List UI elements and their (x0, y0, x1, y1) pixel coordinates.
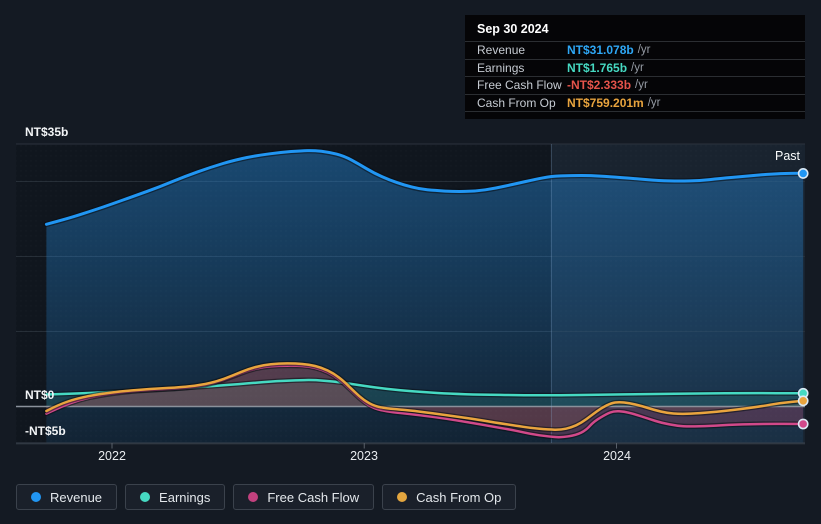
cash-from-op-dot-icon (397, 492, 408, 502)
tooltip-label: Earnings (477, 60, 525, 75)
legend-label: Cash From Op (416, 489, 502, 505)
earnings-dot-icon (140, 492, 151, 502)
tooltip-row-earnings: Earnings NT$1.765b /yr (465, 60, 805, 77)
stock-financials-chart: NT$35b NT$0 -NT$5b 2022 2023 2024 Past S… (0, 0, 821, 524)
tooltip-row-free-cash-flow: Free Cash Flow -NT$2.333b /yr (465, 77, 805, 95)
chart-tooltip: Sep 30 2024 Revenue NT$31.078b /yr Earni… (465, 15, 805, 119)
endpoint-marker (797, 395, 809, 407)
y-axis-label-35b: NT$35b (25, 125, 69, 139)
tooltip-row-cash-from-op: Cash From Op NT$759.201m /yr (465, 95, 805, 112)
tooltip-value: -NT$2.333b (567, 78, 632, 93)
tooltip-label: Free Cash Flow (477, 78, 562, 93)
tooltip-value: NT$759.201m (567, 95, 644, 110)
legend-label: Earnings (159, 489, 211, 505)
x-axis-label-2022: 2022 (98, 449, 126, 463)
x-axis-label-2023: 2023 (350, 449, 378, 463)
legend-label: Revenue (50, 489, 103, 505)
legend-toggle-cash-from-op[interactable]: Cash From Op (382, 484, 517, 510)
revenue-dot-icon (31, 492, 41, 502)
y-axis-label-neg5: -NT$5b (25, 424, 66, 438)
tooltip-suffix: /yr (635, 79, 648, 92)
tooltip-suffix: /yr (637, 44, 651, 57)
tooltip-suffix: /yr (631, 61, 644, 74)
tooltip-value: NT$1.765b (567, 60, 628, 75)
chart-legend: Revenue Earnings Free Cash Flow Cash Fro… (16, 484, 517, 510)
y-axis-label-0: NT$0 (25, 388, 55, 402)
endpoint-marker (797, 418, 809, 430)
x-axis-label-2024: 2024 (603, 449, 631, 463)
legend-toggle-earnings[interactable]: Earnings (125, 484, 226, 510)
tooltip-suffix: /yr (647, 96, 661, 109)
tooltip-date: Sep 30 2024 (465, 15, 805, 42)
tooltip-label: Cash From Op (477, 95, 556, 110)
free-cash-flow-dot-icon (248, 492, 259, 502)
legend-label: Free Cash Flow (267, 489, 360, 505)
legend-toggle-revenue[interactable]: Revenue (16, 484, 118, 510)
endpoint-marker (797, 168, 809, 179)
tooltip-row-revenue: Revenue NT$31.078b /yr (465, 42, 805, 60)
tooltip-value: NT$31.078b (567, 43, 634, 58)
tooltip-label: Revenue (477, 43, 526, 58)
legend-toggle-free-cash-flow[interactable]: Free Cash Flow (233, 484, 375, 510)
past-region-label: Past (774, 149, 800, 163)
